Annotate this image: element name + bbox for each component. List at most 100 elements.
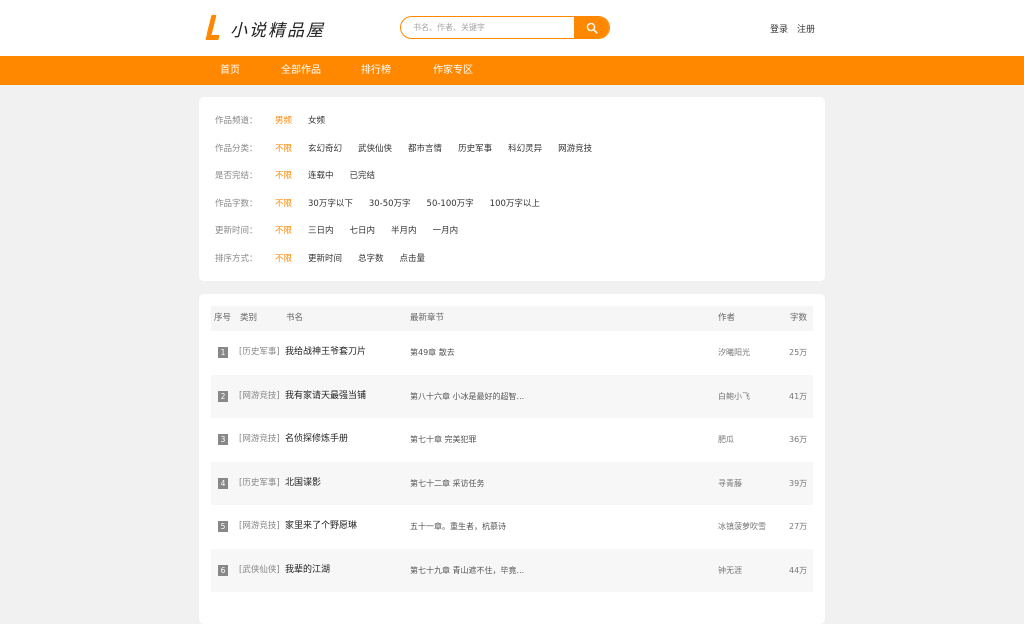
filter-option[interactable]: 不限	[275, 197, 292, 209]
latest-chapter-link[interactable]: 第七十章 完美犯罪	[410, 418, 477, 461]
rank-badge: 4	[218, 477, 228, 489]
filter-option[interactable]: 女频	[308, 114, 325, 126]
filter-option[interactable]: 连载中	[308, 169, 334, 181]
search-input[interactable]	[413, 17, 573, 38]
search-icon	[586, 22, 598, 34]
filter-label: 作品分类：	[215, 144, 258, 154]
table-row: 5 [网游竞技] 家里来了个野愿琳 五十一章。重生者，杭慕诗 冰镇菠萝吹雪 27万	[211, 505, 813, 548]
latest-chapter-link[interactable]: 第八十六章 小冰是最好的超智...	[410, 375, 524, 418]
rank-badge: 3	[218, 434, 228, 446]
filter-option[interactable]: 30-50万字	[369, 197, 411, 209]
login-link[interactable]: 登录	[770, 22, 788, 35]
rank-badge: 6	[218, 565, 228, 576]
register-link[interactable]: 注册	[797, 22, 815, 35]
filter-option[interactable]: 50-100万字	[427, 197, 474, 209]
nav-author-zone[interactable]: 作家专区	[433, 56, 473, 85]
book-category[interactable]: [网游竞技]	[239, 375, 280, 418]
word-count: 36万	[789, 435, 808, 445]
book-author: 钟无涯	[718, 566, 742, 575]
filter-option[interactable]: 七日内	[350, 224, 376, 236]
search-button[interactable]	[574, 17, 609, 38]
filter-option[interactable]: 更新时间	[308, 252, 342, 264]
word-count: 44万	[789, 566, 808, 575]
rank-badge: 5	[218, 521, 228, 533]
latest-chapter-link[interactable]: 第七十九章 青山遮不住，毕竟...	[410, 549, 524, 592]
word-count: 39万	[789, 478, 808, 488]
filter-option[interactable]: 不限	[275, 142, 292, 154]
book-title-link[interactable]: 家里来了个野愿琳	[285, 505, 357, 548]
latest-chapter-link[interactable]: 第49章 散去	[410, 331, 455, 374]
filter-option[interactable]: 玄幻奇幻	[308, 142, 342, 154]
book-author: 肥瓜	[718, 435, 734, 445]
filter-option[interactable]: 网游竞技	[558, 142, 592, 154]
filter-label: 排序方式：	[215, 254, 258, 264]
filter-panel: 作品频道： 男频 女频作品分类： 不限 玄幻奇幻 武侠仙侠 都市言情 历史军事 科幻灵异 网游竞技…	[199, 97, 825, 281]
filter-row: 是否完结： 不限 连载中 已完结	[215, 168, 391, 182]
table-row: 1 [历史军事] 我给战神王爷套刀片 第49章 散去 汐曦阳光 25万	[211, 331, 813, 374]
top-header: 小说精品屋 登录 注册	[0, 0, 1024, 56]
filter-option[interactable]: 武侠仙侠	[358, 142, 392, 154]
book-list-panel: 序号 类别 书名 最新章节 作者 字数 1 [历史军事] 我给战神王爷套刀片 第49章…	[199, 294, 825, 624]
book-author: 白鲍小飞	[718, 391, 750, 401]
filter-option[interactable]: 半月内	[391, 224, 417, 236]
filter-option[interactable]: 不限	[275, 224, 292, 236]
filter-label: 作品频道：	[215, 116, 258, 126]
filter-option[interactable]: 点击量	[400, 252, 426, 264]
search-box	[400, 16, 610, 39]
filter-option[interactable]: 历史军事	[458, 142, 492, 154]
book-category[interactable]: [武侠仙侠]	[239, 549, 280, 592]
table-header: 序号 类别 书名 最新章节 作者 字数	[211, 306, 813, 331]
header-latest-chapter: 最新章节	[410, 313, 445, 323]
book-category[interactable]: [历史军事]	[239, 462, 280, 505]
header-category: 类别	[240, 313, 258, 323]
filter-option[interactable]: 已完结	[350, 169, 376, 181]
book-category[interactable]: [网游竞技]	[239, 505, 280, 548]
header-author: 作者	[718, 313, 736, 323]
table-row: 6 [武侠仙侠] 我辈的江湖 第七十九章 青山遮不住，毕竟... 钟无涯 44万	[211, 549, 813, 592]
filter-option[interactable]: 三日内	[308, 224, 334, 236]
filter-option[interactable]: 科幻灵异	[508, 142, 542, 154]
table-row: 3 [网游竞技] 名侦探修炼手册 第七十章 完美犯罪 肥瓜 36万	[211, 418, 813, 461]
filter-option[interactable]: 一月内	[433, 224, 459, 236]
latest-chapter-link[interactable]: 第七十二章 采访任务	[410, 462, 485, 505]
filter-option[interactable]: 都市言情	[408, 142, 442, 154]
book-title-link[interactable]: 我辈的江湖	[285, 549, 330, 592]
book-title-link[interactable]: 我给战神王爷套刀片	[285, 331, 366, 374]
book-author: 汐曦阳光	[718, 348, 750, 357]
filter-label: 是否完结：	[215, 171, 258, 181]
filter-row: 作品频道： 男频 女频	[215, 113, 341, 127]
filter-row: 作品分类： 不限 玄幻奇幻 武侠仙侠 都市言情 历史军事 科幻灵异 网游竞技	[215, 141, 608, 155]
filter-option[interactable]: 30万字以下	[308, 197, 353, 209]
rank-badge: 2	[218, 390, 228, 402]
book-author: 寻青藤	[718, 478, 742, 488]
book-category[interactable]: [历史军事]	[239, 331, 280, 374]
latest-chapter-link[interactable]: 五十一章。重生者，杭慕诗	[410, 505, 506, 548]
book-title-link[interactable]: 北国谍影	[285, 462, 321, 505]
table-row: 4 [历史军事] 北国谍影 第七十二章 采访任务 寻青藤 39万	[211, 461, 813, 505]
filter-option[interactable]: 100万字以上	[490, 197, 540, 209]
logo-mark-icon	[205, 15, 221, 41]
book-title-link[interactable]: 名侦探修炼手册	[285, 418, 348, 461]
filter-label: 作品字数：	[215, 199, 258, 209]
book-author: 冰镇菠萝吹雪	[718, 522, 766, 532]
header-title: 书名	[286, 313, 304, 323]
filter-option[interactable]: 不限	[275, 252, 292, 264]
filter-row: 排序方式： 不限 更新时间 总字数 点击量	[215, 251, 441, 265]
rank-badge: 1	[218, 347, 228, 358]
header-rank: 序号	[214, 313, 232, 323]
site-logo[interactable]: 小说精品屋	[205, 14, 325, 42]
filter-option[interactable]: 男频	[275, 114, 292, 126]
book-category[interactable]: [网游竞技]	[239, 418, 280, 461]
nav-all-works[interactable]: 全部作品	[281, 56, 321, 85]
word-count: 25万	[789, 348, 808, 357]
filter-option[interactable]: 不限	[275, 169, 292, 181]
filter-row: 作品字数： 不限 30万字以下 30-50万字 50-100万字 100万字以上	[215, 196, 556, 210]
table-row: 2 [网游竞技] 我有家请天最强当铺 第八十六章 小冰是最好的超智... 白鲍小飞 41万	[211, 374, 813, 418]
book-title-link[interactable]: 我有家请天最强当铺	[285, 375, 366, 418]
header-words: 字数	[790, 313, 808, 323]
nav-home[interactable]: 首页	[220, 56, 240, 85]
main-nav: 首页 全部作品 排行榜 作家专区	[0, 56, 1024, 85]
filter-label: 更新时间：	[215, 226, 258, 236]
nav-rankings[interactable]: 排行榜	[361, 56, 391, 85]
filter-option[interactable]: 总字数	[358, 252, 384, 264]
